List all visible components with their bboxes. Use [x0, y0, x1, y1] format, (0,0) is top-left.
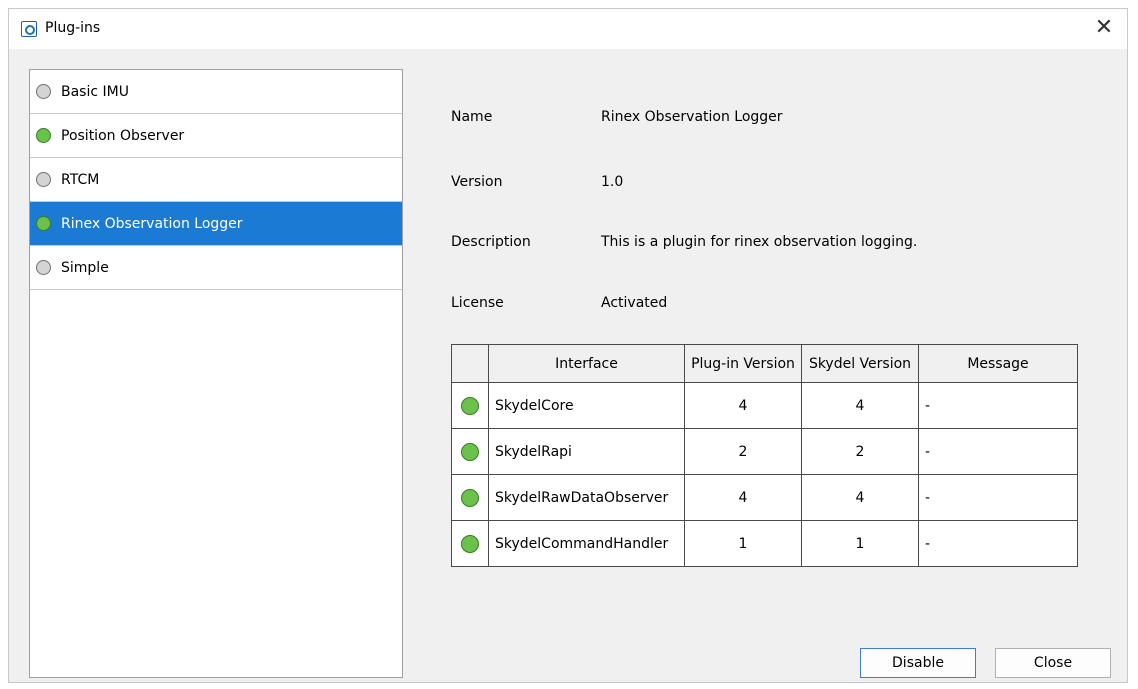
description-label: Description: [451, 234, 531, 250]
plugin-item-label: Position Observer: [61, 127, 185, 144]
status-active-icon: [461, 488, 479, 507]
message-cell: -: [918, 428, 1078, 475]
message-cell: -: [918, 474, 1078, 521]
license-value: Activated: [601, 295, 668, 311]
interface-cell: SkydelCommandHandler: [488, 520, 685, 567]
status-inactive-icon: [36, 172, 51, 187]
interface-column-header: Interface: [488, 344, 685, 383]
status-column-header: [451, 344, 489, 383]
plugin-version-cell: 1: [684, 520, 802, 567]
title-bar: Plug-ins ✕: [9, 9, 1127, 49]
plugin-item-label: Simple: [61, 259, 109, 276]
message-cell: -: [918, 382, 1078, 429]
plugin-item-simple[interactable]: Simple: [30, 246, 402, 290]
plugin-version-cell: 4: [684, 382, 802, 429]
interface-cell: SkydelCore: [488, 382, 685, 429]
app-logo-icon: [21, 21, 37, 37]
status-active-icon: [461, 396, 479, 415]
interface-cell: SkydelRawDataObserver: [488, 474, 685, 521]
plugin-version-cell: 4: [684, 474, 802, 521]
close-button[interactable]: Close: [995, 648, 1111, 678]
plugin-item-position-observer[interactable]: Position Observer: [30, 114, 402, 158]
plugin-item-label: Basic IMU: [61, 83, 129, 100]
plugin-list: Basic IMU Position Observer RTCM Rinex O…: [29, 69, 403, 678]
status-active-icon: [461, 534, 479, 553]
description-value: This is a plugin for rinex observation l…: [601, 234, 918, 250]
status-active-icon: [36, 128, 51, 143]
interface-cell: SkydelRapi: [488, 428, 685, 475]
status-active-icon: [461, 442, 479, 461]
status-active-icon: [36, 216, 51, 231]
table-row: SkydelCommandHandler 1 1 -: [451, 520, 1078, 567]
plugin-item-label: Rinex Observation Logger: [61, 215, 243, 232]
plugin-version-cell: 2: [684, 428, 802, 475]
skydel-version-column-header: Skydel Version: [801, 344, 919, 383]
interface-table: Interface Plug-in Version Skydel Version…: [451, 344, 1078, 567]
status-inactive-icon: [36, 260, 51, 275]
skydel-version-cell: 4: [801, 474, 919, 521]
plugin-item-basic-imu[interactable]: Basic IMU: [30, 70, 402, 114]
message-cell: -: [918, 520, 1078, 567]
plugin-item-rtcm[interactable]: RTCM: [30, 158, 402, 202]
close-icon[interactable]: ✕: [1091, 15, 1117, 41]
version-value: 1.0: [601, 174, 624, 190]
disable-button[interactable]: Disable: [860, 648, 976, 678]
skydel-version-cell: 1: [801, 520, 919, 567]
version-label: Version: [451, 174, 503, 190]
plugin-version-column-header: Plug-in Version: [684, 344, 802, 383]
skydel-version-cell: 2: [801, 428, 919, 475]
table-row: SkydelRapi 2 2 -: [451, 428, 1078, 475]
table-row: SkydelRawDataObserver 4 4 -: [451, 474, 1078, 521]
name-value: Rinex Observation Logger: [601, 109, 783, 125]
plugins-dialog: Plug-ins ✕ Basic IMU Position Observer R…: [8, 8, 1128, 683]
plugin-item-label: RTCM: [61, 171, 100, 188]
skydel-version-cell: 4: [801, 382, 919, 429]
status-inactive-icon: [36, 84, 51, 99]
window-title: Plug-ins: [45, 20, 101, 36]
name-label: Name: [451, 109, 493, 125]
table-row: SkydelCore 4 4 -: [451, 382, 1078, 429]
plugin-item-rinex-observation-logger[interactable]: Rinex Observation Logger: [30, 202, 402, 246]
license-label: License: [451, 295, 504, 311]
message-column-header: Message: [918, 344, 1078, 383]
table-header-row: Interface Plug-in Version Skydel Version…: [451, 344, 1078, 383]
